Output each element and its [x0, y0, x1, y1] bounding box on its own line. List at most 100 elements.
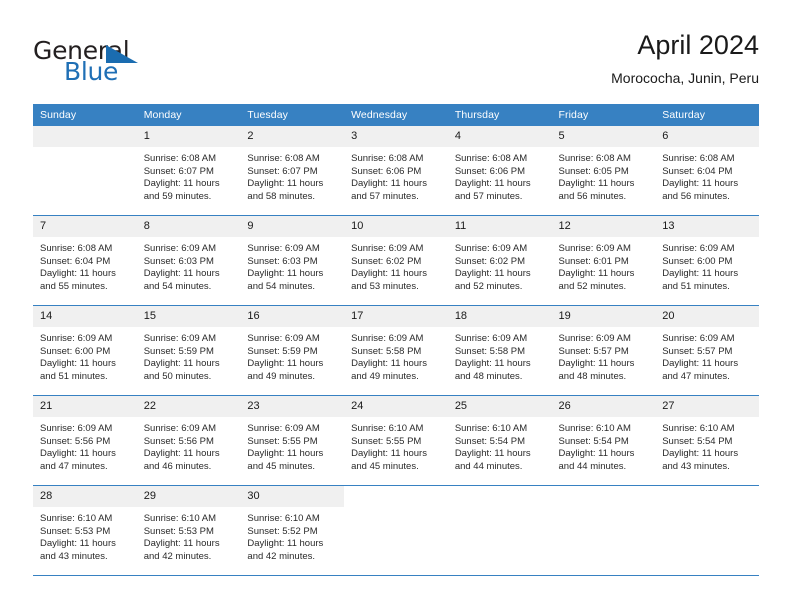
weekday-header-sunday: Sunday: [33, 104, 137, 126]
day-details: Sunrise: 6:09 AM Sunset: 5:57 PM Daylight:…: [655, 327, 759, 383]
calendar-day-cell[interactable]: 11 Sunrise: 6:09 AM Sunset: 6:02 PM Dayligh…: [447, 215, 552, 306]
day-number: [344, 486, 448, 507]
calendar-day-cell-inner: 9 Sunrise: 6:09 AM Sunset: 6:03 PM Daylight…: [240, 216, 345, 305]
logo-text-blue: Blue: [64, 57, 119, 86]
calendar-day-cell-inner: 30 Sunrise: 6:10 AM Sunset: 5:52 PM Dayligh…: [240, 486, 345, 575]
calendar-day-cell[interactable]: 12 Sunrise: 6:09 AM Sunset: 6:01 PM Dayligh…: [551, 215, 656, 306]
calendar-day-cell[interactable]: 2 Sunrise: 6:08 AM Sunset: 6:07 PM Daylight…: [240, 126, 345, 216]
sunrise-time: Sunrise: 6:08 AM: [247, 153, 320, 164]
calendar-day-cell[interactable]: [551, 485, 656, 576]
calendar-day-cell-inner: 25 Sunrise: 6:10 AM Sunset: 5:54 PM Dayligh…: [447, 396, 552, 485]
calendar-day-cell[interactable]: 21 Sunrise: 6:09 AM Sunset: 5:56 PM Dayligh…: [33, 395, 137, 486]
calendar-day-cell[interactable]: 18 Sunrise: 6:09 AM Sunset: 5:58 PM Dayligh…: [447, 305, 552, 396]
day-details: Sunrise: 6:09 AM Sunset: 6:02 PM Daylight:…: [448, 237, 552, 293]
page-subtitle-location: Morococha, Junin, Peru: [611, 70, 759, 86]
calendar-day-cell[interactable]: 1 Sunrise: 6:08 AM Sunset: 6:07 PM Daylight…: [136, 126, 241, 216]
calendar-day-cell[interactable]: 9 Sunrise: 6:09 AM Sunset: 6:03 PM Daylight…: [240, 215, 345, 306]
day-number: 8: [136, 216, 241, 237]
sunrise-time: Sunrise: 6:09 AM: [662, 243, 735, 254]
calendar-day-cell[interactable]: 30 Sunrise: 6:10 AM Sunset: 5:52 PM Dayligh…: [240, 485, 345, 576]
sunrise-time: Sunrise: 6:09 AM: [143, 243, 217, 254]
sunset-time: Sunset: 5:54 PM: [454, 435, 526, 447]
day-details: Sunrise: 6:09 AM Sunset: 5:56 PM Daylight:…: [137, 417, 241, 473]
calendar-day-cell[interactable]: [655, 485, 759, 576]
day-number: 18: [447, 306, 552, 327]
daylight-duration-line2: and 56 minutes.: [558, 190, 627, 202]
calendar-day-cell-inner: 3 Sunrise: 6:08 AM Sunset: 6:06 PM Daylight…: [344, 126, 448, 215]
calendar-day-cell[interactable]: 24 Sunrise: 6:10 AM Sunset: 5:55 PM Dayligh…: [344, 395, 448, 486]
calendar-day-cell[interactable]: 16 Sunrise: 6:09 AM Sunset: 5:59 PM Dayligh…: [240, 305, 345, 396]
calendar-day-cell[interactable]: 20 Sunrise: 6:09 AM Sunset: 5:57 PM Dayligh…: [655, 305, 759, 396]
weekday-header-row: Sunday Monday Tuesday Wednesday Thursday…: [33, 104, 759, 126]
calendar-day-cell-inner: 4 Sunrise: 6:08 AM Sunset: 6:06 PM Daylight…: [447, 126, 552, 215]
calendar-day-cell[interactable]: 27 Sunrise: 6:10 AM Sunset: 5:54 PM Dayligh…: [655, 395, 759, 486]
weekday-header-friday: Friday: [551, 104, 656, 126]
calendar-day-cell[interactable]: [447, 485, 552, 576]
general-blue-logo[interactable]: General Blue: [33, 36, 253, 92]
sunrise-time: Sunrise: 6:08 AM: [351, 153, 424, 164]
daylight-duration-line2: and 45 minutes.: [247, 460, 316, 472]
calendar-day-cell[interactable]: 26 Sunrise: 6:10 AM Sunset: 5:54 PM Dayligh…: [551, 395, 656, 486]
day-details: Sunrise: 6:10 AM Sunset: 5:53 PM Daylight:…: [137, 507, 241, 563]
daylight-duration-line2: and 44 minutes.: [454, 460, 523, 472]
calendar-day-cell-inner: 1 Sunrise: 6:08 AM Sunset: 6:07 PM Daylight…: [136, 126, 241, 215]
daylight-duration-line1: Daylight: 11 hours: [247, 178, 324, 190]
day-number: 26: [551, 396, 656, 417]
calendar-day-cell[interactable]: 25 Sunrise: 6:10 AM Sunset: 5:54 PM Dayligh…: [447, 395, 552, 486]
calendar-week-row: 28 Sunrise: 6:10 AM Sunset: 5:53 PM Dayligh…: [33, 485, 759, 576]
calendar-day-cell[interactable]: 28 Sunrise: 6:10 AM Sunset: 5:53 PM Dayligh…: [33, 485, 137, 576]
daylight-duration-line2: and 56 minutes.: [662, 190, 730, 202]
calendar-week-row: 21 Sunrise: 6:09 AM Sunset: 5:56 PM Dayligh…: [33, 395, 759, 486]
weekday-header-thursday: Thursday: [447, 104, 552, 126]
sunrise-time: Sunrise: 6:10 AM: [558, 423, 631, 434]
day-number: 12: [551, 216, 656, 237]
calendar-day-cell[interactable]: 3 Sunrise: 6:08 AM Sunset: 6:06 PM Daylight…: [344, 126, 448, 216]
daylight-duration-line2: and 49 minutes.: [247, 370, 316, 382]
calendar-day-cell[interactable]: 22 Sunrise: 6:09 AM Sunset: 5:56 PM Dayligh…: [136, 395, 241, 486]
calendar-day-cell-inner: 16 Sunrise: 6:09 AM Sunset: 5:59 PM Dayligh…: [240, 306, 345, 395]
daylight-duration-line1: Daylight: 11 hours: [40, 358, 116, 370]
day-number: 11: [447, 216, 552, 237]
calendar-day-cell-inner: 23 Sunrise: 6:09 AM Sunset: 5:55 PM Dayligh…: [240, 396, 345, 485]
daylight-duration-line2: and 54 minutes.: [247, 280, 316, 292]
calendar-day-cell[interactable]: 17 Sunrise: 6:09 AM Sunset: 5:58 PM Dayligh…: [344, 305, 448, 396]
calendar-day-cell[interactable]: 13 Sunrise: 6:09 AM Sunset: 6:00 PM Dayligh…: [655, 215, 759, 306]
day-details: Sunrise: 6:08 AM Sunset: 6:05 PM Daylight:…: [552, 147, 656, 203]
calendar-day-cell[interactable]: 4 Sunrise: 6:08 AM Sunset: 6:06 PM Daylight…: [447, 126, 552, 216]
calendar-day-cell[interactable]: 29 Sunrise: 6:10 AM Sunset: 5:53 PM Dayligh…: [136, 485, 241, 576]
calendar-day-cell[interactable]: 19 Sunrise: 6:09 AM Sunset: 5:57 PM Dayligh…: [551, 305, 656, 396]
daylight-duration-line2: and 51 minutes.: [40, 370, 108, 382]
calendar-day-cell[interactable]: 10 Sunrise: 6:09 AM Sunset: 6:02 PM Dayligh…: [344, 215, 448, 306]
day-number: 14: [33, 306, 137, 327]
sunset-time: Sunset: 5:53 PM: [143, 525, 214, 537]
calendar-day-cell[interactable]: 6 Sunrise: 6:08 AM Sunset: 6:04 PM Daylight…: [655, 126, 759, 216]
daylight-duration-line2: and 57 minutes.: [351, 190, 419, 202]
day-number: 28: [33, 486, 137, 507]
sunset-time: Sunset: 5:53 PM: [40, 525, 111, 537]
day-details: Sunrise: 6:09 AM Sunset: 5:55 PM Daylight:…: [240, 417, 344, 473]
calendar-week-row: 14 Sunrise: 6:09 AM Sunset: 6:00 PM Dayligh…: [33, 305, 759, 396]
calendar-day-cell[interactable]: 8 Sunrise: 6:09 AM Sunset: 6:03 PM Daylight…: [136, 215, 241, 306]
day-number: 22: [136, 396, 241, 417]
sunset-time: Sunset: 5:57 PM: [558, 345, 629, 357]
daylight-duration-line2: and 43 minutes.: [662, 460, 730, 472]
calendar-day-cell-inner: [655, 486, 759, 575]
calendar-day-cell[interactable]: 14 Sunrise: 6:09 AM Sunset: 6:00 PM Dayligh…: [33, 305, 137, 396]
calendar-day-cell-inner: 27 Sunrise: 6:10 AM Sunset: 5:54 PM Dayligh…: [655, 396, 759, 485]
calendar-day-cell[interactable]: 7 Sunrise: 6:08 AM Sunset: 6:04 PM Daylight…: [33, 215, 137, 306]
sunset-time: Sunset: 6:06 PM: [454, 165, 526, 177]
sunset-time: Sunset: 5:54 PM: [662, 435, 733, 447]
calendar-day-cell[interactable]: 23 Sunrise: 6:09 AM Sunset: 5:55 PM Dayligh…: [240, 395, 345, 486]
calendar-week-row: 1 Sunrise: 6:08 AM Sunset: 6:07 PM Daylight…: [33, 126, 759, 216]
calendar-day-cell[interactable]: 15 Sunrise: 6:09 AM Sunset: 5:59 PM Dayligh…: [136, 305, 241, 396]
day-details: Sunrise: 6:09 AM Sunset: 5:58 PM Daylight:…: [448, 327, 552, 383]
calendar-day-cell[interactable]: [344, 485, 448, 576]
day-details: Sunrise: 6:08 AM Sunset: 6:06 PM Daylight:…: [448, 147, 552, 203]
day-details: Sunrise: 6:08 AM Sunset: 6:04 PM Daylight:…: [655, 147, 759, 203]
calendar-day-cell-inner: 13 Sunrise: 6:09 AM Sunset: 6:00 PM Dayligh…: [655, 216, 759, 305]
calendar-day-cell[interactable]: [33, 126, 137, 216]
calendar-day-cell[interactable]: 5 Sunrise: 6:08 AM Sunset: 6:05 PM Daylight…: [551, 126, 656, 216]
daylight-duration-line1: Daylight: 11 hours: [454, 268, 531, 280]
daylight-duration-line2: and 49 minutes.: [351, 370, 419, 382]
calendar-day-cell-inner: 2 Sunrise: 6:08 AM Sunset: 6:07 PM Daylight…: [240, 126, 345, 215]
